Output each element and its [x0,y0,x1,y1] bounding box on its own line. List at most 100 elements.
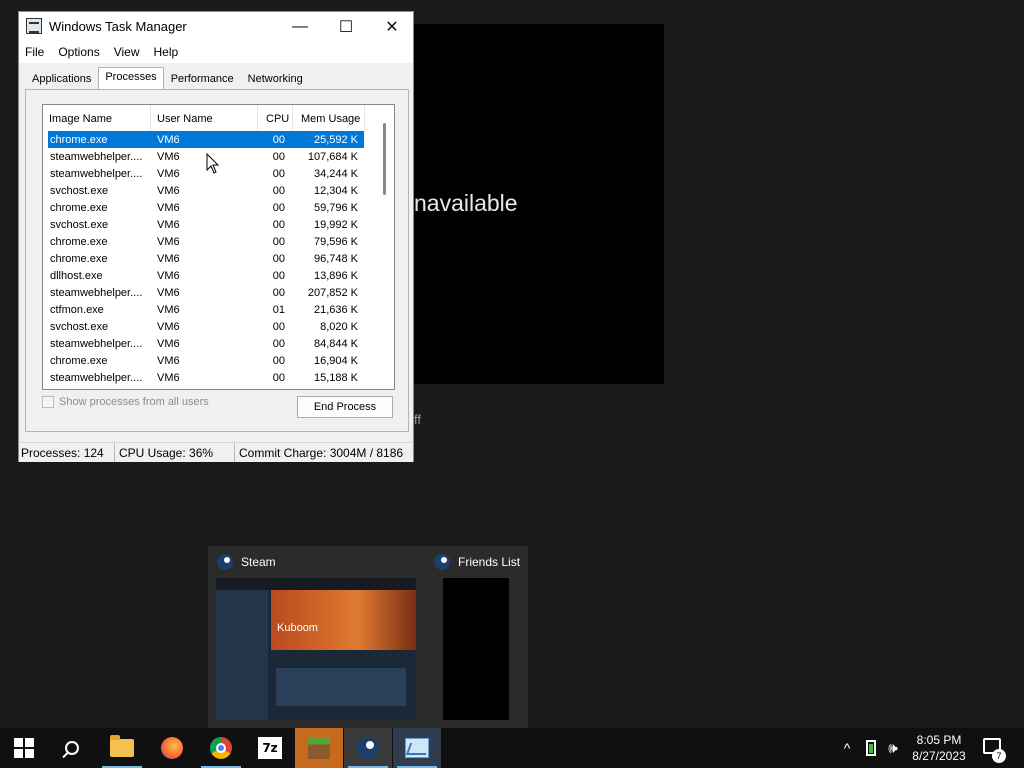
process-mem-usage: 96,748 K [313,252,358,265]
table-row[interactable]: chrome.exe VM6 00 59,796 K [48,199,364,216]
status-processes: Processes: 124 [19,443,115,462]
steam-icon [217,554,233,570]
process-user-name: VM6 [157,201,180,214]
task-manager-taskbar-icon [405,738,429,758]
table-row[interactable]: steamwebhelper.... VM6 00 207,852 K [48,284,364,301]
process-image-name: chrome.exe [50,354,108,367]
process-image-name: steamwebhelper.... [50,371,143,384]
process-image-name: steamwebhelper.... [50,337,143,350]
minecraft-icon [308,737,330,759]
process-mem-usage: 21,636 K [313,303,358,316]
process-cpu: 00 [272,218,285,231]
vertical-scrollbar[interactable] [377,105,394,389]
clock[interactable]: 8:05 PM 8/27/2023 [900,732,978,764]
mouse-cursor-icon [206,153,220,174]
menu-options[interactable]: Options [58,45,99,59]
table-row[interactable]: steamwebhelper.... VM6 00 15,188 K [48,369,364,386]
taskbar-file-explorer[interactable] [98,728,146,768]
show-all-label: Show processes from all users [59,396,209,408]
firefox-icon [161,737,183,759]
process-image-name: chrome.exe [50,133,108,146]
process-user-name: VM6 [157,286,180,299]
menu-file[interactable]: File [25,45,44,59]
start-button[interactable] [0,728,48,768]
steam-thumb-hero: Kuboom [271,590,416,650]
table-row[interactable]: chrome.exe VM6 00 96,748 K [48,250,364,267]
windows-logo-icon [14,738,34,758]
table-row[interactable]: svchost.exe VM6 00 12,304 K [48,182,364,199]
process-cpu: 00 [272,150,285,163]
table-row[interactable]: chrome.exe VM6 00 25,592 K [48,131,364,148]
scrollbar-thumb[interactable] [383,123,386,195]
process-image-name: chrome.exe [50,252,108,265]
status-commit-charge: Commit Charge: 3004M / 8186 [239,446,404,460]
process-image-name: steamwebhelper.... [50,150,143,163]
minimize-button[interactable]: — [277,12,323,41]
process-cpu: 00 [272,252,285,265]
taskbar-minecraft[interactable] [295,728,343,768]
column-cpu[interactable]: CPU [258,105,293,131]
show-hidden-icons-button[interactable]: ^ [836,728,858,768]
notification-count-badge: 7 [992,749,1006,763]
taskbar: 7z ^ 🕪 8:05 PM 8/27/2023 7 [0,728,1024,768]
task-manager-window: Windows Task Manager — ☐ ✕ File Options … [18,11,414,462]
process-image-name: svchost.exe [50,218,109,231]
steam-thumb-game-title: Kuboom [277,622,318,634]
steam-preview-thumbnail[interactable]: Kuboom [216,578,416,720]
end-process-button[interactable]: End Process [297,396,393,418]
process-cpu: 00 [272,286,285,299]
process-mem-usage: 15,188 K [313,371,358,384]
column-user-name[interactable]: User Name [151,105,258,131]
column-image-name[interactable]: Image Name [43,105,151,131]
process-user-name: VM6 [157,218,180,231]
7zip-icon: 7z [258,737,282,759]
process-list[interactable]: Image Name User Name CPU Mem Usage chrom… [42,104,395,390]
process-user-name: VM6 [157,371,180,384]
friends-preview-title[interactable]: Friends List [434,554,520,570]
steam-preview-label: Steam [241,555,276,569]
tab-applications[interactable]: Applications [25,69,98,89]
process-user-name: VM6 [157,320,180,333]
search-button[interactable] [48,728,96,768]
taskbar-chrome[interactable] [197,728,245,768]
file-explorer-icon [110,735,134,757]
process-user-name: VM6 [157,167,180,180]
tab-processes[interactable]: Processes [98,67,164,89]
steam-thumb-card [276,668,406,706]
process-image-name: dllhost.exe [50,269,103,282]
taskbar-steam[interactable] [344,728,392,768]
table-row[interactable]: chrome.exe VM6 00 16,904 K [48,352,364,369]
table-row[interactable]: ctfmon.exe VM6 01 21,636 K [48,301,364,318]
taskbar-task-manager[interactable] [393,728,441,768]
maximize-button[interactable]: ☐ [323,12,369,41]
friends-preview-thumbnail[interactable] [443,578,509,720]
menu-view[interactable]: View [114,45,140,59]
background-small-text: ff [414,412,421,427]
table-row[interactable]: chrome.exe VM6 00 79,596 K [48,233,364,250]
process-cpu: 00 [272,235,285,248]
steam-friends-icon [434,554,450,570]
taskbar-firefox[interactable] [148,728,196,768]
background-unavailable-text: navailable [414,190,518,216]
tab-strip: Applications Processes Performance Netwo… [25,67,310,90]
tab-networking[interactable]: Networking [241,69,310,89]
table-row[interactable]: steamwebhelper.... VM6 00 84,844 K [48,335,364,352]
column-mem-usage[interactable]: Mem Usage [293,105,365,131]
process-cpu: 00 [272,184,285,197]
menu-bar: File Options View Help [19,41,413,63]
close-button[interactable]: ✕ [369,12,415,41]
title-bar[interactable]: Windows Task Manager — ☐ ✕ [19,12,413,41]
table-row[interactable]: svchost.exe VM6 00 8,020 K [48,318,364,335]
menu-help[interactable]: Help [154,45,179,59]
status-bar: Processes: 124 CPU Usage: 36% Commit Cha… [19,442,413,462]
steam-preview-title[interactable]: Steam [217,554,276,570]
chrome-icon [210,737,232,759]
battery-button[interactable] [860,728,882,768]
table-row[interactable]: dllhost.exe VM6 00 13,896 K [48,267,364,284]
process-mem-usage: 25,592 K [313,133,358,146]
tab-performance[interactable]: Performance [164,69,241,89]
taskbar-7zip[interactable]: 7z [246,728,294,768]
process-mem-usage: 107,684 K [307,150,358,163]
table-row[interactable]: svchost.exe VM6 00 19,992 K [48,216,364,233]
process-image-name: chrome.exe [50,235,108,248]
